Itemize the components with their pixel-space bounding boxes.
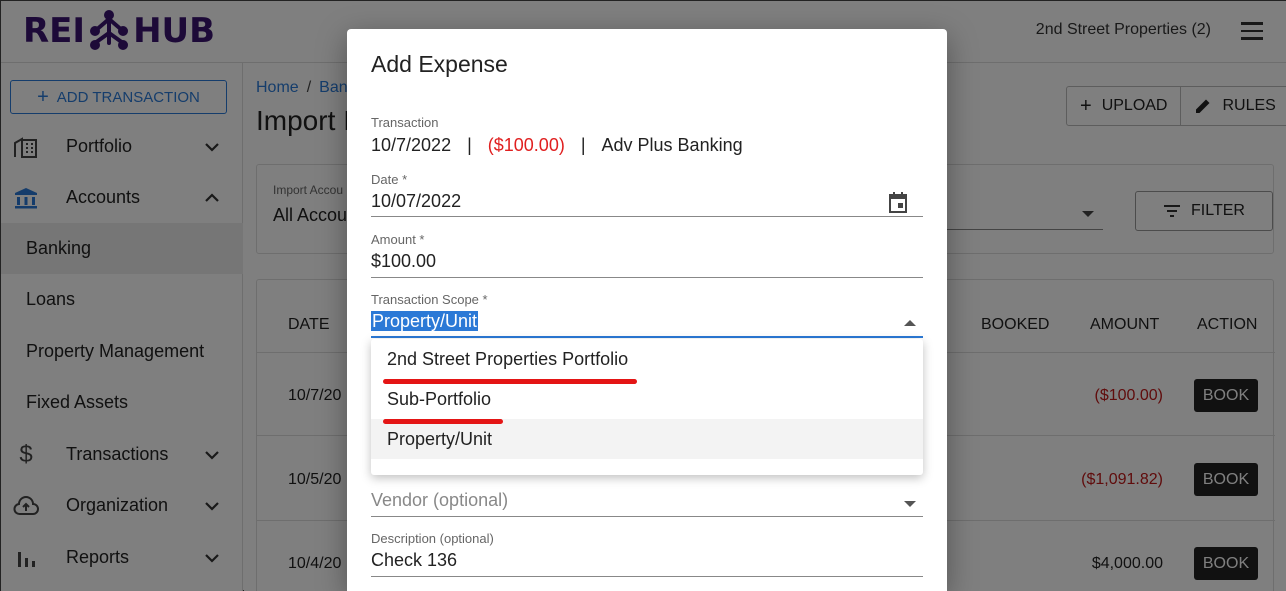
red-annotation-underline (383, 419, 503, 424)
option-property-unit[interactable]: Property/Unit (371, 419, 923, 459)
red-annotation-underline (383, 379, 637, 384)
amount-label: Amount * (371, 232, 425, 247)
description-field[interactable]: Check 136 (371, 550, 457, 571)
transaction-scope-options: 2nd Street Properties Portfolio Sub-Port… (371, 339, 923, 475)
option-sub-portfolio[interactable]: Sub-Portfolio (371, 379, 923, 419)
vendor-underline (371, 516, 923, 517)
transaction-label: Transaction (371, 115, 439, 130)
add-expense-dialog: Add Expense Transaction 10/7/2022 | ($10… (347, 29, 947, 591)
transaction-scope-value: Property/Unit (371, 311, 479, 331)
date-field[interactable]: 10/07/2022 (371, 191, 461, 212)
dialog-title: Add Expense (371, 51, 508, 77)
description-label: Description (optional) (371, 531, 494, 546)
dropdown-arrow-icon[interactable] (904, 501, 916, 507)
transaction-date: 10/7/2022 (371, 135, 452, 155)
transaction-amount: ($100.00) (487, 135, 565, 155)
scope-underline-focused (371, 336, 923, 338)
amount-field[interactable]: $100.00 (371, 251, 436, 272)
transaction-summary: 10/7/2022 | ($100.00) | Adv Plus Banking (371, 135, 743, 156)
date-underline (371, 216, 923, 217)
option-portfolio[interactable]: 2nd Street Properties Portfolio (371, 339, 923, 379)
transaction-scope-label: Transaction Scope * (371, 292, 488, 307)
calendar-icon[interactable] (886, 190, 910, 214)
dropdown-arrow-up-icon[interactable] (904, 320, 916, 326)
vendor-field[interactable]: Vendor (optional) (371, 490, 508, 511)
amount-underline (371, 277, 923, 278)
date-label: Date * (371, 172, 408, 187)
description-underline (371, 576, 923, 577)
separator: | (580, 135, 586, 155)
transaction-scope-select[interactable]: Property/Unit (371, 311, 479, 332)
separator: | (467, 135, 472, 155)
transaction-account: Adv Plus Banking (601, 135, 743, 155)
